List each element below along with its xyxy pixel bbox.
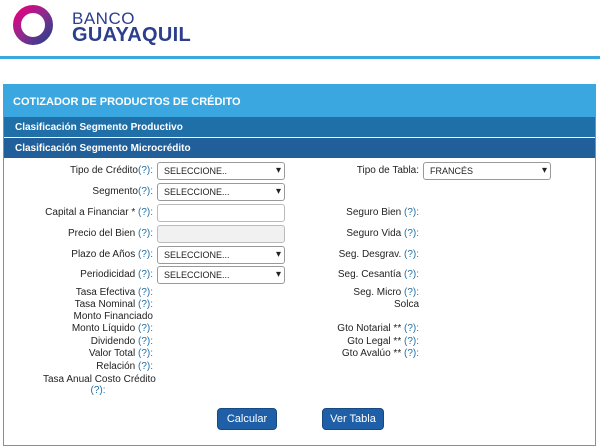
label-text: Seg. Micro — [353, 287, 402, 298]
help-link[interactable]: (?): — [138, 348, 153, 359]
help-link[interactable]: (?): — [138, 249, 153, 260]
help-link[interactable]: (?): — [138, 228, 153, 239]
label-valor-total: Valor Total (?): — [89, 348, 153, 359]
label-tasa-nominal: Tasa Nominal (?): — [75, 299, 153, 310]
label-segmento: Segmento(?): — [92, 186, 153, 197]
label-seg-micro: Seg. Micro (?): — [353, 287, 419, 298]
help-link[interactable]: (?): — [404, 207, 419, 218]
label-text: Seguro Bien — [346, 207, 402, 218]
label-tasa-anual: Tasa Anual Costo Crédito (?): — [43, 374, 156, 396]
label-text: Seg. Cesantía — [337, 269, 402, 280]
help-link[interactable]: (?): — [138, 165, 153, 176]
label-text: Relación — [96, 361, 136, 372]
label-periodicidad: Periodicidad (?): — [80, 269, 153, 280]
help-link[interactable]: (?): — [404, 336, 419, 347]
help-link[interactable]: (?): — [138, 336, 153, 347]
help-link[interactable]: (?): — [138, 186, 153, 197]
label-monto-financiado: Monto Financiado — [74, 311, 154, 322]
segmento-select[interactable]: SELECCIONE... ▾ — [157, 183, 285, 201]
label-relacion: Relación (?): — [96, 361, 153, 372]
label-capital: Capital a Financiar * (?): — [45, 207, 153, 218]
label-gto-avaluo: Gto Avalúo ** (?): — [342, 348, 419, 359]
chevron-down-icon: ▾ — [275, 249, 281, 260]
help-link[interactable]: (?): — [91, 385, 106, 396]
label-tasa-efectiva: Tasa Efectiva (?): — [76, 287, 153, 298]
label-gto-legal: Gto Legal ** (?): — [347, 336, 419, 347]
label-text: Periodicidad — [80, 269, 136, 280]
label-text: Tasa Efectiva — [75, 287, 136, 298]
select-value: SELECCIONE... — [164, 187, 230, 197]
help-link[interactable]: (?): — [138, 323, 153, 334]
help-link[interactable]: (?): — [404, 348, 419, 359]
label-dividendo: Dividendo (?): — [91, 336, 153, 347]
label-text: Capital a Financiar * — [45, 207, 136, 218]
chevron-down-icon: ▾ — [275, 165, 281, 176]
label-text: Tipo de Crédito — [70, 165, 138, 176]
label-seg-cesantia: Seg. Cesantía (?): — [338, 269, 419, 280]
label-text: Monto Líquido — [71, 323, 136, 334]
select-value: FRANCÉS — [430, 166, 474, 176]
calcular-button[interactable]: Calcular — [217, 408, 277, 430]
bank-logo-icon[interactable] — [12, 4, 54, 46]
tipo-credito-select[interactable]: SELECCIONE.. ▾ — [157, 162, 285, 180]
label-text: Solca — [393, 299, 419, 310]
help-link[interactable]: (?): — [404, 249, 419, 260]
label-text: Monto Financiado — [73, 311, 154, 322]
select-value: SELECCIONE... — [164, 270, 230, 280]
header-divider — [0, 56, 600, 59]
label-text: Segmento — [92, 186, 138, 197]
label-text: Seguro Vida — [346, 228, 402, 239]
plazo-select[interactable]: SELECCIONE... ▾ — [157, 246, 285, 264]
label-text: Dividendo — [90, 336, 136, 347]
help-link[interactable]: (?): — [404, 228, 419, 239]
help-link[interactable]: (?): — [138, 287, 153, 298]
label-gto-notarial: Gto Notarial ** (?): — [337, 323, 419, 334]
label-text: Gto Notarial ** — [337, 323, 402, 334]
label-text: Seg. Desgrav. — [338, 249, 402, 260]
select-value: SELECCIONE.. — [164, 166, 228, 176]
label-seguro-bien: Seguro Bien (?): — [346, 207, 419, 218]
help-link[interactable]: (?): — [404, 269, 419, 280]
label-tipo-credito: Tipo de Crédito(?): — [70, 165, 153, 176]
brand-line2: GUAYAQUIL — [72, 24, 192, 46]
help-link[interactable]: (?): — [138, 299, 153, 310]
label-plazo: Plazo de Años (?): — [71, 249, 153, 260]
help-link[interactable]: (?): — [138, 269, 153, 280]
label-text: Plazo de Años — [71, 249, 136, 260]
select-value: SELECCIONE... — [164, 250, 230, 260]
label-text: Valor Total — [88, 348, 136, 359]
site-header: BANCO GUAYAQUIL — [0, 0, 600, 56]
capital-input[interactable] — [157, 204, 285, 222]
label-monto-liquido: Monto Líquido (?): — [72, 323, 153, 334]
label-seguro-vida: Seguro Vida (?): — [346, 228, 419, 239]
label-seg-desgrav: Seg. Desgrav. (?): — [339, 249, 419, 260]
panel-title: COTIZADOR DE PRODUCTOS DE CRÉDITO — [4, 85, 595, 117]
help-link[interactable]: (?): — [138, 361, 153, 372]
periodicidad-select[interactable]: SELECCIONE... ▾ — [157, 266, 285, 284]
label-tipo-tabla: Tipo de Tabla: — [356, 165, 419, 176]
label-text: Precio del Bien — [67, 228, 136, 239]
label-text: Gto Legal ** — [347, 336, 402, 347]
precio-bien-input[interactable] — [157, 225, 285, 243]
tipo-tabla-select[interactable]: FRANCÉS ▾ — [423, 162, 551, 180]
help-link[interactable]: (?): — [138, 207, 153, 218]
chevron-down-icon: ▾ — [275, 269, 281, 280]
section-microcredito[interactable]: Clasificación Segmento Microcrédito — [4, 138, 595, 159]
help-link[interactable]: (?): — [404, 323, 419, 334]
label-text: Tasa Nominal — [74, 299, 136, 310]
ver-tabla-button[interactable]: Ver Tabla — [322, 408, 384, 430]
label-text: Gto Avalúo ** — [341, 348, 402, 359]
help-link[interactable]: (?): — [404, 287, 419, 298]
label-text: Tasa Anual Costo Crédito — [43, 374, 156, 385]
label-precio-bien: Precio del Bien (?): — [68, 228, 153, 239]
chevron-down-icon: ▾ — [275, 186, 281, 197]
section-productivo[interactable]: Clasificación Segmento Productivo — [4, 117, 595, 138]
label-solca: Solca — [394, 299, 419, 310]
chevron-down-icon: ▾ — [541, 165, 547, 176]
